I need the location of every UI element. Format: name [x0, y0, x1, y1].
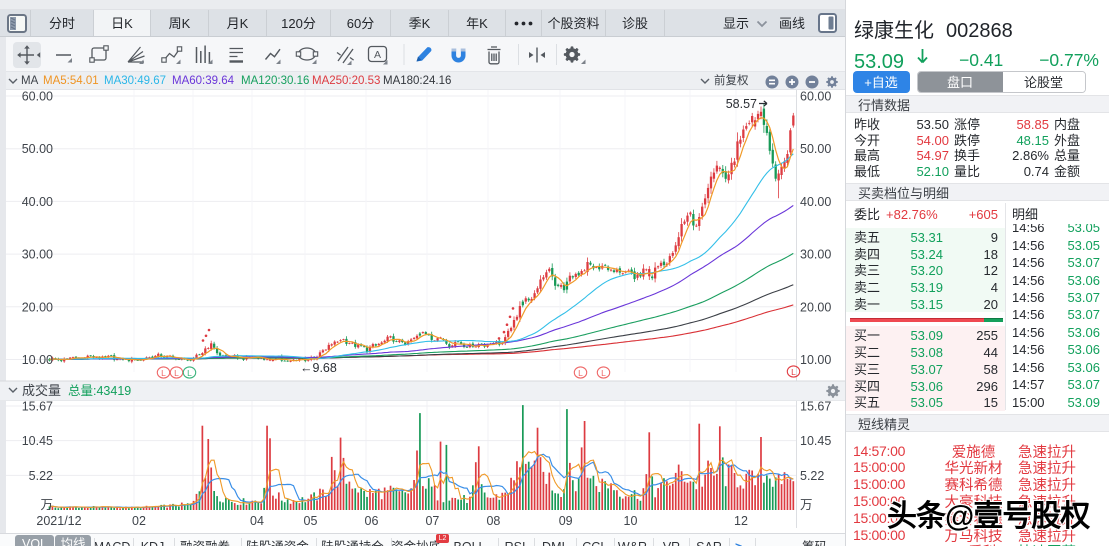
svg-text:04: 04 [250, 510, 264, 529]
svg-text:L: L [578, 367, 583, 379]
svg-text:10.45: 10.45 [22, 430, 53, 449]
svg-text:总量:43419: 总量:43419 [68, 380, 131, 399]
svg-text:05: 05 [304, 510, 318, 529]
svg-text:5.22: 5.22 [800, 465, 824, 484]
svg-text:09: 09 [559, 510, 573, 529]
svg-text:50.00: 50.00 [800, 138, 831, 157]
svg-text:A: A [374, 47, 381, 62]
svg-text:L: L [187, 367, 192, 379]
svg-text:58.57: 58.57 [726, 93, 757, 112]
svg-text:20.00: 20.00 [22, 296, 53, 315]
svg-text:L: L [791, 366, 796, 378]
svg-text:08: 08 [486, 510, 500, 529]
svg-text:30.00: 30.00 [22, 244, 53, 263]
svg-text:L: L [161, 367, 166, 379]
svg-text:L: L [601, 367, 606, 379]
svg-text:5.22: 5.22 [29, 465, 53, 484]
svg-text:20.00: 20.00 [800, 296, 831, 315]
svg-text:10.45: 10.45 [800, 430, 831, 449]
svg-text:万: 万 [800, 494, 813, 513]
svg-text:10.00: 10.00 [800, 349, 831, 368]
svg-text:15.67: 15.67 [22, 396, 53, 415]
svg-text:2021/12: 2021/12 [36, 510, 81, 529]
svg-text:10: 10 [624, 510, 638, 529]
svg-text:60.00: 60.00 [800, 90, 831, 105]
svg-text:10.00: 10.00 [22, 349, 53, 368]
svg-text:←9.68: ←9.68 [300, 357, 337, 376]
svg-text:30.00: 30.00 [800, 244, 831, 263]
svg-text:06: 06 [365, 510, 379, 529]
svg-text:L: L [174, 367, 179, 379]
svg-text:12: 12 [734, 510, 748, 529]
svg-text:40.00: 40.00 [800, 191, 831, 210]
svg-text:50.00: 50.00 [22, 138, 53, 157]
svg-text:07: 07 [425, 510, 439, 529]
svg-text:02: 02 [132, 510, 146, 529]
svg-text:15.67: 15.67 [800, 396, 831, 415]
svg-text:40.00: 40.00 [22, 191, 53, 210]
svg-text:60.00: 60.00 [22, 90, 53, 105]
